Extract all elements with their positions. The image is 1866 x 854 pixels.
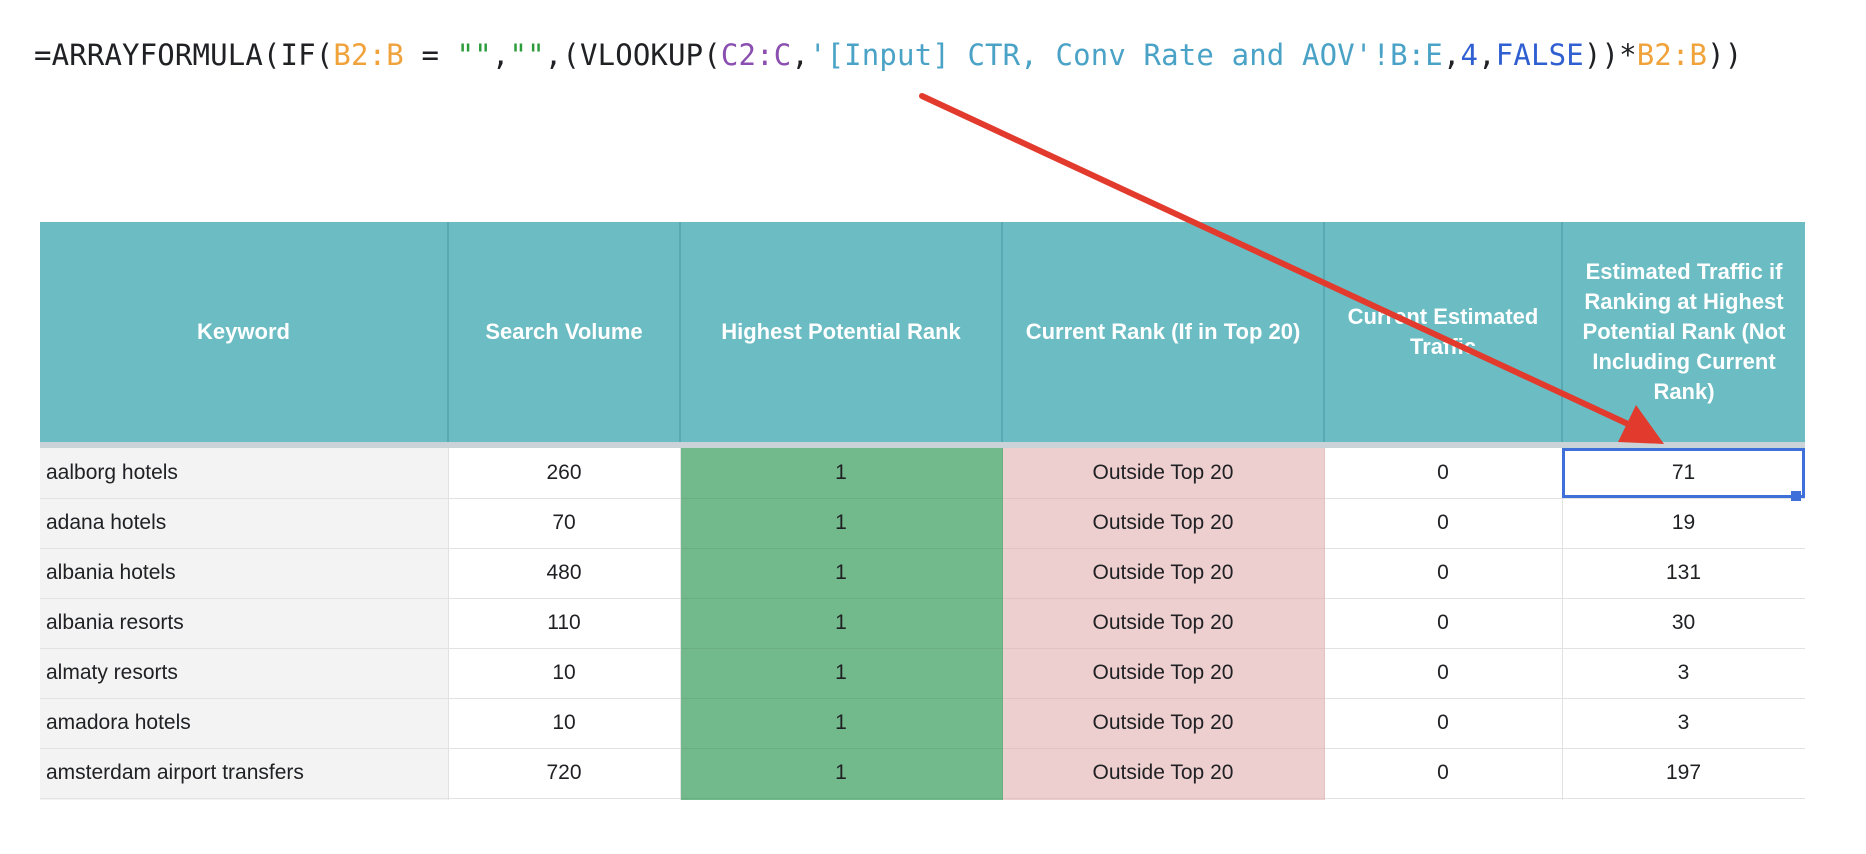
potential-rank-cell[interactable]: 1 — [680, 498, 1003, 549]
table-row: aalborg hotels 260 1 Outside Top 20 0 71 — [40, 448, 1805, 499]
potential-rank-cell[interactable]: 1 — [680, 748, 1003, 799]
current-rank-cell[interactable]: Outside Top 20 — [1002, 698, 1325, 749]
header-search-volume[interactable]: Search Volume — [448, 222, 681, 442]
keyword-cell[interactable]: albania resorts — [40, 598, 449, 649]
formula-token: FALSE — [1495, 38, 1584, 72]
current-traffic-cell[interactable]: 0 — [1324, 648, 1563, 699]
estimated-traffic-cell[interactable]: 19 — [1562, 498, 1805, 549]
search-volume-cell[interactable]: 70 — [448, 498, 681, 549]
current-rank-cell[interactable]: Outside Top 20 — [1002, 648, 1325, 699]
estimated-traffic-cell[interactable] — [1562, 798, 1805, 800]
current-rank-cell[interactable]: Outside Top 20 — [1002, 548, 1325, 599]
table-row: almaty resorts 10 1 Outside Top 20 0 3 — [40, 648, 1805, 699]
header-current-estimated-traffic[interactable]: Current Estimated Traffic — [1324, 222, 1563, 442]
formula-token: C2:C — [720, 38, 792, 72]
current-traffic-cell[interactable] — [1324, 798, 1563, 800]
current-traffic-cell[interactable]: 0 — [1324, 498, 1563, 549]
formula-token: = — [403, 38, 457, 72]
keyword-table: Keyword Search Volume Highest Potential … — [40, 222, 1805, 800]
formula-text: =ARRAYFORMULA(IF(B2:B = "","",(VLOOKUP(C… — [34, 38, 1742, 72]
current-rank-cell[interactable]: Outside Top 20 — [1002, 498, 1325, 549]
current-rank-cell[interactable]: Outside Top 20 — [1002, 748, 1325, 799]
keyword-cell[interactable]: aalborg hotels — [40, 448, 449, 499]
keyword-cell[interactable] — [40, 798, 449, 800]
estimated-traffic-cell[interactable]: 30 — [1562, 598, 1805, 649]
selection-fill-handle[interactable] — [1791, 491, 1801, 501]
potential-rank-cell[interactable]: 1 — [680, 648, 1003, 699]
search-volume-cell[interactable]: 110 — [448, 598, 681, 649]
table-row — [40, 798, 1805, 800]
potential-rank-cell[interactable] — [680, 798, 1003, 800]
potential-rank-cell[interactable]: 1 — [680, 448, 1003, 499]
search-volume-cell[interactable]: 10 — [448, 648, 681, 699]
formula-token: ))* — [1583, 38, 1637, 72]
spreadsheet-grid: Keyword Search Volume Highest Potential … — [40, 222, 1805, 800]
formula-token: , — [1442, 38, 1461, 72]
header-estimated-traffic-potential[interactable]: Estimated Traffic if Ranking at Highest … — [1562, 222, 1805, 442]
formula-token: , — [791, 38, 809, 72]
current-traffic-cell[interactable]: 0 — [1324, 548, 1563, 599]
formula-token: 4 — [1460, 38, 1479, 72]
keyword-cell[interactable]: adana hotels — [40, 498, 449, 549]
formula-token: , — [1478, 38, 1496, 72]
estimated-traffic-cell[interactable]: 71 — [1562, 448, 1805, 499]
current-rank-cell[interactable]: Outside Top 20 — [1002, 448, 1325, 499]
estimated-traffic-cell[interactable]: 131 — [1562, 548, 1805, 599]
keyword-cell[interactable]: albania hotels — [40, 548, 449, 599]
search-volume-cell[interactable]: 260 — [448, 448, 681, 499]
formula-token: "" — [509, 38, 545, 72]
header-row: Keyword Search Volume Highest Potential … — [40, 222, 1805, 442]
formula-token: ,(VLOOKUP( — [544, 38, 721, 72]
keyword-cell[interactable]: amsterdam airport transfers — [40, 748, 449, 799]
current-traffic-cell[interactable]: 0 — [1324, 748, 1563, 799]
table-row: amadora hotels 10 1 Outside Top 20 0 3 — [40, 698, 1805, 749]
formula-token: '[Input] CTR, Conv Rate and AOV'!B:E — [808, 38, 1443, 72]
formula-token: "" — [456, 38, 492, 72]
current-traffic-cell[interactable]: 0 — [1324, 598, 1563, 649]
potential-rank-cell[interactable]: 1 — [680, 548, 1003, 599]
table-row: amsterdam airport transfers 720 1 Outside T… — [40, 748, 1805, 799]
header-current-rank[interactable]: Current Rank (If in Top 20) — [1002, 222, 1325, 442]
search-volume-cell[interactable]: 10 — [448, 698, 681, 749]
search-volume-cell[interactable]: 480 — [448, 548, 681, 599]
current-rank-cell[interactable]: Outside Top 20 — [1002, 598, 1325, 649]
formula-token: =ARRAYFORMULA(IF( — [34, 38, 334, 72]
current-traffic-cell[interactable]: 0 — [1324, 698, 1563, 749]
table-row: adana hotels 70 1 Outside Top 20 0 19 — [40, 498, 1805, 549]
formula-token: , — [491, 38, 510, 72]
estimated-traffic-cell[interactable]: 3 — [1562, 698, 1805, 749]
potential-rank-cell[interactable]: 1 — [680, 698, 1003, 749]
search-volume-cell[interactable] — [448, 798, 681, 800]
estimated-traffic-cell[interactable]: 197 — [1562, 748, 1805, 799]
formula-token: )) — [1707, 38, 1743, 72]
keyword-cell[interactable]: amadora hotels — [40, 698, 449, 749]
current-rank-cell[interactable] — [1002, 798, 1325, 800]
header-keyword[interactable]: Keyword — [40, 222, 449, 442]
potential-rank-cell[interactable]: 1 — [680, 598, 1003, 649]
search-volume-cell[interactable]: 720 — [448, 748, 681, 799]
current-traffic-cell[interactable]: 0 — [1324, 448, 1563, 499]
formula-token: B2:B — [1636, 38, 1708, 72]
formula-token: B2:B — [333, 38, 404, 72]
table-row: albania hotels 480 1 Outside Top 20 0 131 — [40, 548, 1805, 599]
table-row: albania resorts 110 1 Outside Top 20 0 30 — [40, 598, 1805, 649]
header-highest-potential-rank[interactable]: Highest Potential Rank — [680, 222, 1003, 442]
keyword-cell[interactable]: almaty resorts — [40, 648, 449, 699]
estimated-traffic-cell[interactable]: 3 — [1562, 648, 1805, 699]
